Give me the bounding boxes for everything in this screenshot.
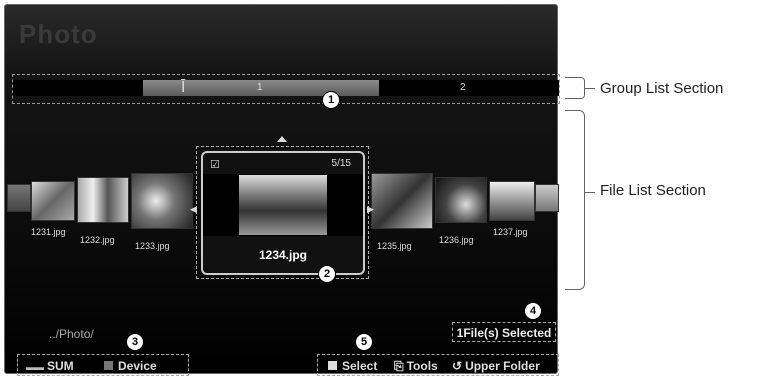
group-segment-1[interactable]: 1: [143, 80, 379, 96]
upper-folder-label: Upper Folder: [465, 359, 540, 373]
thumb-1237[interactable]: [489, 181, 535, 221]
callout-5: 5: [355, 333, 373, 351]
page-title: Photo: [19, 19, 98, 49]
file-bracket-tick: [585, 192, 595, 193]
scroll-up-arrow-icon[interactable]: [277, 136, 287, 142]
thumb-1231[interactable]: [31, 181, 75, 221]
checkbox-icon[interactable]: ☑: [210, 158, 220, 171]
focused-thumb-image: [239, 175, 327, 235]
left-arrow-icon[interactable]: ◀: [190, 204, 197, 215]
sum-icon: ▬▬: [26, 362, 44, 372]
tools-icon: ⎘: [394, 359, 404, 373]
sum-button[interactable]: ▬▬ SUM: [26, 359, 74, 373]
sum-label: SUM: [47, 359, 74, 373]
selected-count: 1File(s) Selected: [456, 326, 552, 340]
file-name-1236: 1236.jpg: [439, 235, 474, 245]
file-name-1233: 1233.jpg: [135, 241, 170, 251]
device-label: Device: [118, 359, 157, 373]
device-icon: [104, 361, 113, 370]
callout-4: 4: [524, 302, 542, 320]
group-list-label: Group List Section: [600, 80, 724, 97]
file-name-1235: 1235.jpg: [377, 241, 412, 251]
tools-label: Tools: [406, 359, 438, 373]
device-button[interactable]: Device: [104, 359, 157, 373]
file-name-1231: 1231.jpg: [31, 227, 66, 237]
file-bracket: [565, 110, 585, 290]
thumb-1232[interactable]: [77, 177, 129, 223]
select-label: Select: [342, 359, 378, 373]
upper-folder-button[interactable]: ↺ Upper Folder: [452, 359, 540, 373]
thumb-partial-right[interactable]: [535, 184, 559, 212]
focused-thumb-frame: [203, 174, 363, 236]
device-bar: ▬▬ SUM Device: [17, 354, 189, 376]
thumb-1235[interactable]: [371, 173, 433, 229]
file-count: 5/15: [331, 158, 351, 169]
right-arrow-icon[interactable]: ▶: [367, 204, 374, 215]
group-segment-1-label: 1: [257, 82, 263, 93]
group-bracket: [565, 77, 585, 99]
file-name-1237: 1237.jpg: [493, 227, 528, 237]
focused-file[interactable]: ☑ 5/15 1234.jpg: [201, 151, 365, 275]
selected-count-box: 1File(s) Selected: [452, 322, 556, 342]
file-list-label: File List Section: [600, 182, 706, 199]
thumb-partial-left[interactable]: [7, 184, 31, 212]
group-list-section: 1 Ī 2: [12, 74, 560, 104]
file-name-1232: 1232.jpg: [80, 235, 115, 245]
return-icon: ↺: [452, 359, 463, 373]
callout-3: 3: [126, 333, 144, 351]
photo-screen: Photo 1 Ī 2 1231.jpg 1232.jpg 1233.jpg 1…: [4, 4, 560, 376]
action-bar: Select ⎘ Tools ↺ Upper Folder: [317, 354, 559, 376]
group-segment-2-label[interactable]: 2: [460, 82, 466, 93]
select-button[interactable]: Select: [328, 359, 377, 373]
select-icon: [328, 361, 337, 370]
group-bracket-tick: [585, 88, 595, 89]
folder-path: ../Photo/: [49, 327, 94, 341]
callout-2: 2: [318, 265, 336, 283]
tools-button[interactable]: ⎘ Tools: [394, 359, 438, 374]
thumb-1236[interactable]: [435, 177, 487, 223]
cursor-icon: Ī: [181, 77, 185, 99]
callout-1: 1: [322, 91, 340, 109]
thumb-1233[interactable]: [131, 173, 193, 229]
focused-file-name: 1234.jpg: [258, 248, 308, 262]
group-list-bar: 1 Ī 2: [13, 77, 559, 99]
